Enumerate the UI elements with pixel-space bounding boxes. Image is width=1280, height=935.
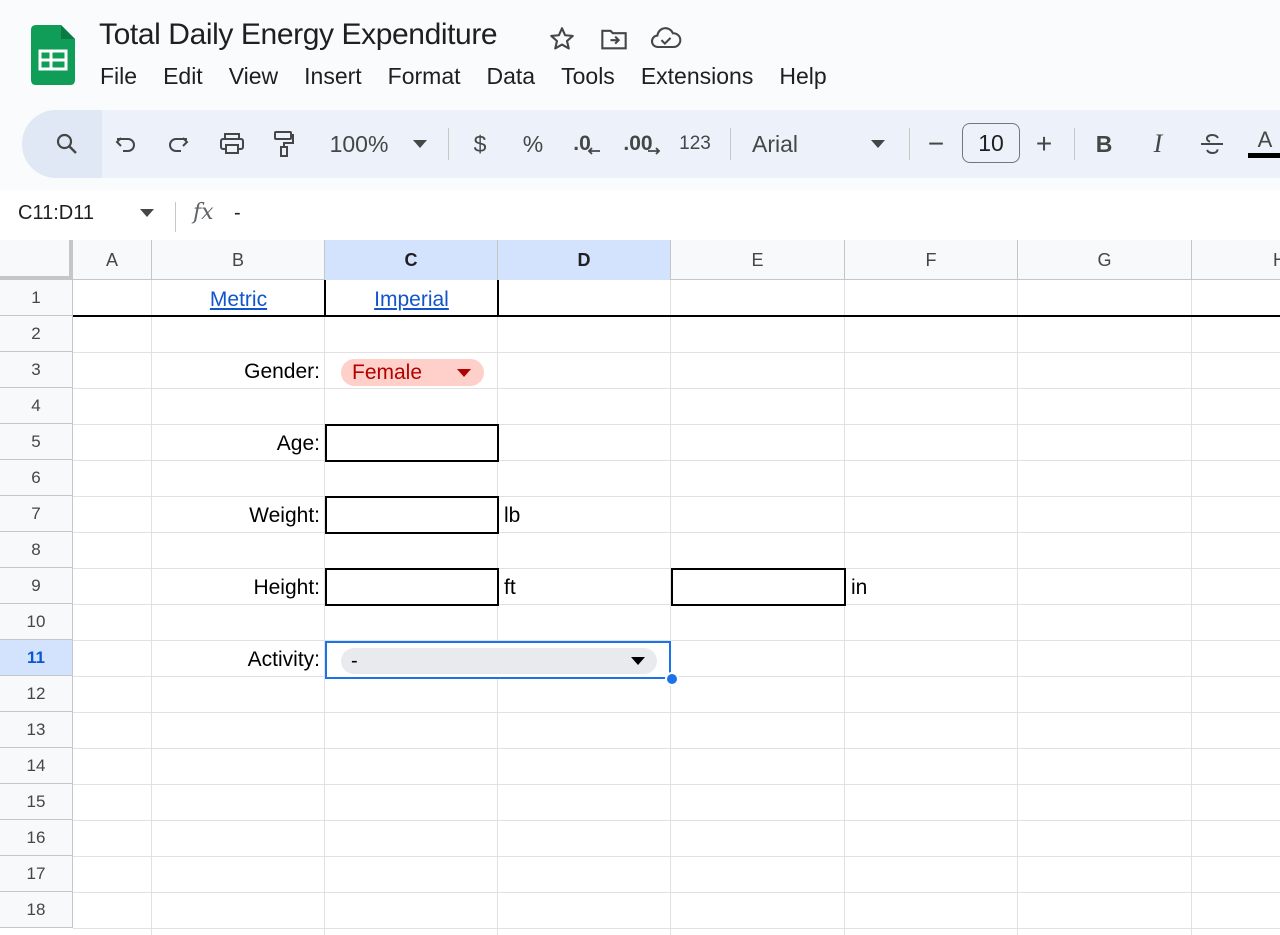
formula-bar: C11:D11 fx - (0, 190, 1280, 240)
age-label: Age: (276, 432, 320, 455)
row-header-15[interactable]: 15 (0, 784, 73, 820)
menu-edit[interactable]: Edit (150, 60, 216, 92)
activity-selected-range[interactable]: - (325, 641, 671, 679)
height-feet-input-cell[interactable] (325, 568, 499, 606)
zoom-select[interactable]: 100% (324, 110, 394, 178)
row-header-14[interactable]: 14 (0, 748, 73, 784)
column-header-b[interactable]: B (152, 240, 325, 280)
row-header-1[interactable]: 1 (0, 280, 73, 316)
fx-icon: fx (193, 200, 214, 225)
activity-label: Activity: (247, 648, 320, 671)
metric-link[interactable]: Metric (152, 288, 325, 312)
strikethrough-icon[interactable] (1198, 110, 1226, 178)
row-header-2[interactable]: 2 (0, 316, 73, 352)
height-feet-unit: ft (504, 576, 516, 599)
app-header: Total Daily Energy Expenditure File Edit… (0, 0, 1280, 108)
imperial-link[interactable]: Imperial (325, 288, 498, 312)
select-all-corner[interactable] (0, 240, 73, 280)
text-color-button[interactable]: A (1248, 110, 1280, 178)
row-header-7[interactable]: 7 (0, 496, 73, 532)
cloud-saved-icon[interactable] (650, 24, 682, 54)
row-header-17[interactable]: 17 (0, 856, 73, 892)
age-input-cell[interactable] (325, 424, 499, 462)
sheets-logo-icon[interactable] (31, 25, 75, 85)
text-color-swatch (1248, 153, 1280, 158)
italic-button[interactable]: I (1146, 110, 1170, 178)
menu-file[interactable]: File (99, 60, 150, 92)
menu-help[interactable]: Help (766, 60, 839, 92)
toolbar: 100% $ % .0 .00 123 Arial − 10 + B I A (22, 110, 1280, 178)
spreadsheet-grid[interactable]: A B C D E F G H 1 2 3 4 5 6 7 8 9 10 11 … (0, 240, 1280, 935)
weight-label: Weight: (249, 504, 320, 527)
row-header-16[interactable]: 16 (0, 820, 73, 856)
column-header-h[interactable]: H (1192, 240, 1280, 280)
move-folder-icon[interactable] (598, 24, 630, 54)
weight-unit: lb (504, 504, 521, 527)
row-header-11[interactable]: 11 (0, 640, 73, 676)
activity-value: - (351, 650, 358, 672)
menu-bar: File Edit View Insert Format Data Tools … (99, 60, 840, 92)
activity-dropdown[interactable]: - (341, 648, 657, 674)
row-header-18[interactable]: 18 (0, 892, 73, 928)
zoom-caret-icon[interactable] (410, 110, 430, 178)
weight-input-cell[interactable] (325, 496, 499, 534)
text-color-label: A (1257, 127, 1273, 152)
font-family-select[interactable]: Arial (752, 110, 812, 178)
row-header-5[interactable]: 5 (0, 424, 73, 460)
formula-input[interactable]: - (234, 202, 241, 225)
row-header-12[interactable]: 12 (0, 676, 73, 712)
currency-format-button[interactable]: $ (468, 110, 492, 178)
name-box[interactable]: C11:D11 (18, 202, 94, 225)
increase-font-size-button[interactable]: + (1032, 110, 1056, 178)
increase-decimal-button[interactable]: .00 (622, 110, 662, 178)
undo-icon[interactable] (112, 110, 140, 178)
column-header-e[interactable]: E (671, 240, 845, 280)
column-header-d[interactable]: D (498, 240, 671, 280)
name-box-caret-icon[interactable] (140, 209, 154, 217)
decrease-font-size-button[interactable]: − (924, 110, 948, 178)
menu-format[interactable]: Format (375, 60, 474, 92)
column-header-a[interactable]: A (73, 240, 152, 280)
gender-label: Gender: (244, 360, 320, 383)
column-header-f[interactable]: F (845, 240, 1018, 280)
activity-caret-icon (631, 657, 645, 665)
menu-tools[interactable]: Tools (548, 60, 628, 92)
height-inches-unit: in (851, 576, 868, 599)
bold-button[interactable]: B (1092, 110, 1116, 178)
paint-format-icon[interactable] (270, 110, 298, 178)
gender-caret-icon (457, 369, 471, 377)
column-header-c[interactable]: C (325, 240, 498, 280)
column-header-g[interactable]: G (1018, 240, 1192, 280)
star-icon[interactable] (546, 24, 578, 54)
height-inches-input-cell[interactable] (671, 568, 846, 606)
menu-data[interactable]: Data (474, 60, 549, 92)
fill-handle[interactable] (665, 672, 679, 686)
document-title[interactable]: Total Daily Energy Expenditure (99, 18, 498, 52)
gender-value: Female (352, 360, 423, 384)
row-header-6[interactable]: 6 (0, 460, 73, 496)
redo-icon[interactable] (164, 110, 192, 178)
font-size-input[interactable]: 10 (962, 123, 1020, 163)
menu-extensions[interactable]: Extensions (628, 60, 767, 92)
gender-dropdown[interactable]: Female (341, 359, 484, 386)
row-header-9[interactable]: 9 (0, 568, 73, 604)
row-header-4[interactable]: 4 (0, 388, 73, 424)
row-header-13[interactable]: 13 (0, 712, 73, 748)
row-header-10[interactable]: 10 (0, 604, 73, 640)
height-label: Height: (253, 576, 320, 599)
font-caret-icon[interactable] (868, 110, 888, 178)
print-icon[interactable] (217, 110, 247, 178)
percent-format-button[interactable]: % (520, 110, 546, 178)
search-icon[interactable] (52, 110, 82, 178)
more-formats-button[interactable]: 123 (677, 110, 713, 178)
decrease-decimal-button[interactable]: .0 (567, 110, 607, 178)
row-header-8[interactable]: 8 (0, 532, 73, 568)
menu-insert[interactable]: Insert (291, 60, 375, 92)
menu-view[interactable]: View (216, 60, 291, 92)
row-header-3[interactable]: 3 (0, 352, 73, 388)
